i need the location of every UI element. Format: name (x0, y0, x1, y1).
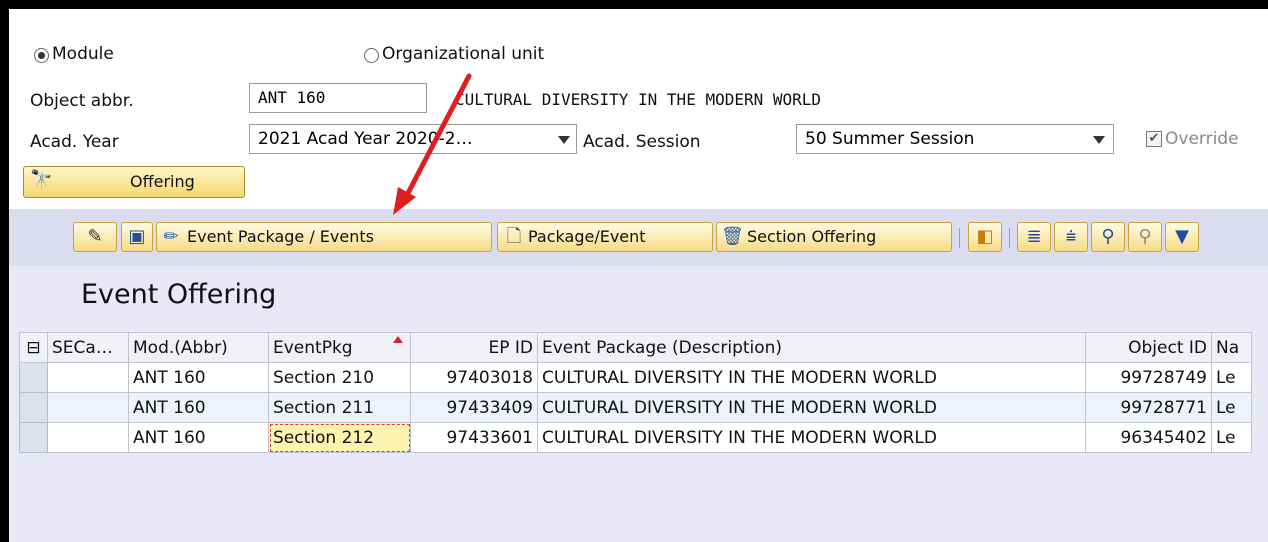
annotation-arrow-shaft (403, 73, 472, 200)
annotation-arrow (393, 73, 472, 215)
annotation-arrow-head (393, 187, 416, 215)
sap-window: Module Organizational unit Object abbr. … (9, 9, 1268, 542)
